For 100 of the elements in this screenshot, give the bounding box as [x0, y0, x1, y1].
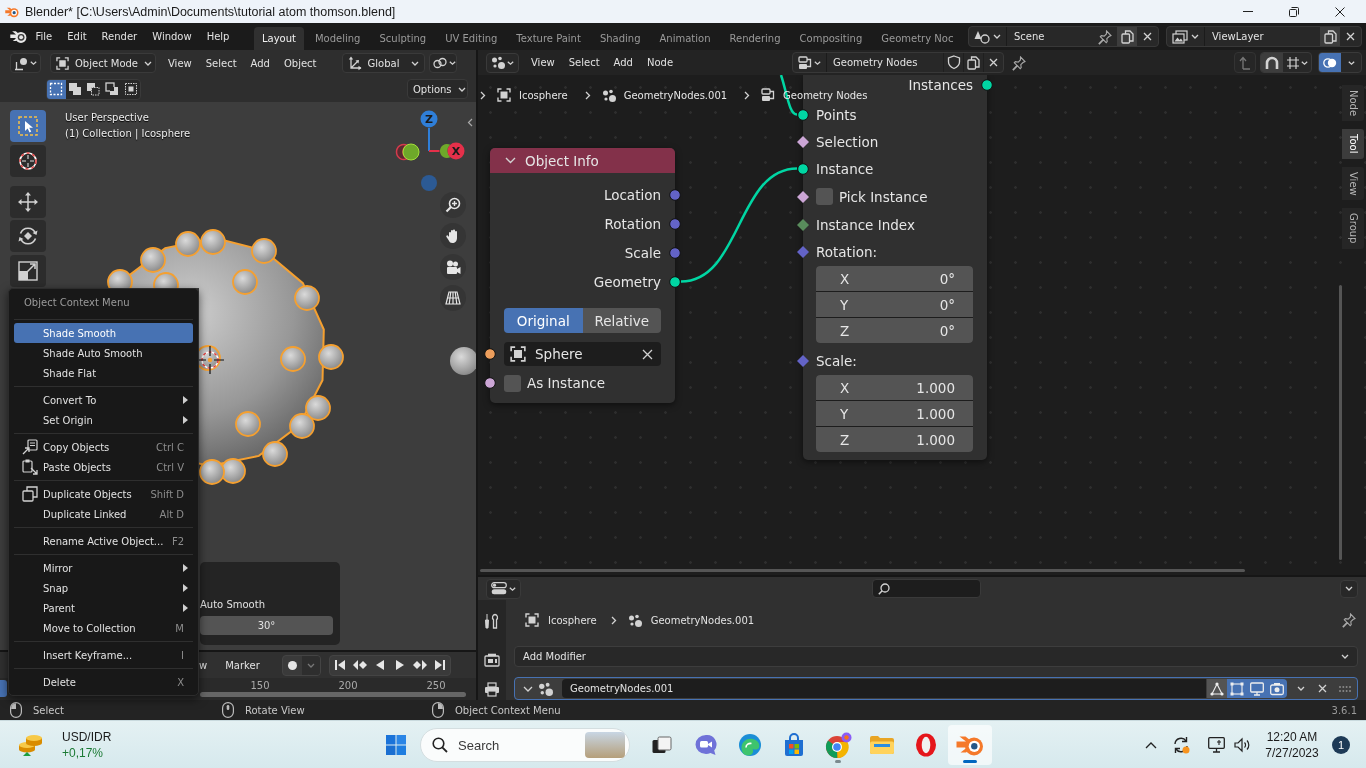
chevron-icon[interactable]	[467, 118, 473, 127]
number-field[interactable]: X 1.000	[816, 375, 973, 400]
modifier-name-field[interactable]: GeometryNodes.001	[562, 679, 1206, 698]
tool-button[interactable]	[10, 255, 46, 287]
pin-icon[interactable]	[1098, 29, 1112, 44]
sidebar-tab[interactable]: View	[1342, 166, 1364, 201]
menu-item[interactable]: Shade Flat	[14, 363, 193, 383]
scrollbar[interactable]	[1339, 285, 1342, 560]
menu-item[interactable]: Parent	[14, 598, 193, 618]
menu-button[interactable]: Render	[94, 26, 145, 47]
socket-icon[interactable]	[797, 162, 809, 175]
menu-button[interactable]: View	[524, 52, 562, 73]
menu-item[interactable]: Snap	[14, 578, 193, 598]
caret-icon[interactable]	[1297, 686, 1305, 691]
menu-button[interactable]: View	[161, 53, 199, 73]
chevron-icon[interactable]	[523, 685, 533, 692]
number-field[interactable]: X 0°	[816, 266, 973, 291]
chevron-icon[interactable]	[505, 157, 516, 164]
z-axis-handle[interactable]: Z	[420, 110, 438, 128]
workspace-tab[interactable]: Compositing	[791, 27, 871, 50]
menu-button[interactable]: Help	[199, 26, 237, 47]
axis-handle[interactable]	[421, 175, 437, 191]
node-tree-name-field[interactable]: Geometry Nodes	[827, 53, 944, 72]
close-icon[interactable]	[642, 348, 653, 360]
view-layer-name-field[interactable]: ViewLayer	[1205, 27, 1320, 46]
workspace-tab[interactable]: UV Editing	[437, 27, 506, 50]
close-icon[interactable]	[1143, 32, 1152, 41]
number-field[interactable]: Z 0°	[816, 318, 973, 343]
sidebar-tab[interactable]: Group	[1342, 208, 1364, 249]
menu-button[interactable]: Add	[606, 52, 640, 73]
workspace-tab[interactable]: Layout	[253, 27, 304, 50]
tool-button[interactable]	[10, 220, 46, 252]
menu-button[interactable]: Window	[144, 26, 200, 47]
workspace-tab[interactable]: Texture Paint	[508, 27, 589, 50]
scrollbar[interactable]	[200, 692, 466, 697]
socket-icon[interactable]	[981, 79, 993, 91]
close-icon[interactable]	[1318, 684, 1327, 693]
menu-item[interactable]: Convert To	[14, 390, 193, 410]
pivot-dropdown[interactable]	[428, 53, 457, 73]
editor-type-button[interactable]	[486, 578, 521, 599]
selection-mode-button[interactable]	[47, 79, 66, 99]
socket-icon[interactable]	[484, 348, 496, 360]
workspace-tab[interactable]: Shading	[591, 27, 649, 50]
menu-item[interactable]: Set Origin	[14, 410, 193, 430]
menu-item[interactable]: Rename Active Object... F2	[14, 531, 193, 551]
diamond-socket-icon[interactable]	[797, 245, 809, 258]
menu-item[interactable]: Mirror	[14, 558, 193, 578]
pin-icon[interactable]	[1012, 55, 1027, 70]
x-axis-handle[interactable]: X	[447, 142, 465, 160]
toggle-button[interactable]: Relative	[582, 308, 661, 333]
checkbox[interactable]	[816, 188, 833, 205]
mode-dropdown[interactable]: Object Mode	[50, 53, 156, 73]
socket-icon[interactable]	[797, 108, 809, 121]
tool-button[interactable]	[10, 145, 46, 177]
notification-badge[interactable]: 1	[1332, 736, 1350, 754]
menu-button[interactable]: File	[28, 26, 60, 47]
menu-button[interactable]: w	[196, 655, 211, 675]
menu-item[interactable]: Shade Auto Smooth	[14, 343, 193, 363]
menu-button[interactable]: Select	[561, 52, 607, 73]
diamond-socket-icon[interactable]	[797, 354, 809, 367]
pan-button[interactable]	[440, 223, 466, 249]
menu-item[interactable]: Shade Smooth	[14, 323, 193, 343]
workspace-tab[interactable]: Sculpting	[371, 27, 435, 50]
menu-item[interactable]: Copy Objects Ctrl C	[14, 437, 193, 457]
search-field[interactable]	[872, 579, 981, 598]
axis-handle[interactable]	[439, 144, 451, 158]
workspace-tab[interactable]: Geometry Noc	[873, 27, 962, 50]
tool-button[interactable]	[10, 186, 46, 218]
menu-item[interactable]: Delete X	[14, 672, 193, 692]
menu-button[interactable]: Edit	[59, 26, 95, 47]
menu-item[interactable]: Insert Keyframe... I	[14, 645, 193, 665]
menu-item[interactable]: Duplicate Objects Shift D	[14, 484, 193, 504]
scrollbar[interactable]	[480, 569, 1245, 572]
collapse-button[interactable]	[1340, 579, 1358, 598]
sidebar-tab[interactable]: Node	[1342, 85, 1364, 122]
number-field[interactable]: Z 1.000	[816, 427, 973, 452]
editor-type-button[interactable]	[486, 52, 519, 73]
workspace-tab[interactable]: Animation	[651, 27, 719, 50]
modifier-toggle-button[interactable]	[1227, 679, 1247, 698]
modifier-toggle-button[interactable]	[1207, 679, 1227, 698]
zoom-button[interactable]	[440, 192, 466, 218]
menu-item[interactable]: Duplicate Linked Alt D	[14, 504, 193, 524]
drag-handle-icon[interactable]	[1339, 685, 1351, 692]
menu-button[interactable]: Select	[198, 53, 244, 73]
menu-item[interactable]: Move to Collection M	[14, 618, 193, 638]
parent-tree-button[interactable]	[1234, 52, 1256, 73]
orientation-dropdown[interactable]: Global	[341, 53, 425, 73]
workspace-tab[interactable]: Modeling	[306, 27, 369, 50]
node-link[interactable]	[680, 167, 798, 283]
new-view-layer-button[interactable]	[1320, 27, 1340, 46]
socket-icon[interactable]	[484, 377, 496, 389]
diamond-socket-icon[interactable]	[797, 218, 809, 231]
menu-button[interactable]: Object	[276, 53, 324, 73]
perspective-button[interactable]	[440, 285, 466, 311]
modifier-toggle-button[interactable]	[1267, 679, 1287, 698]
tool-button[interactable]	[10, 110, 46, 142]
snap-toggle-button[interactable]	[1261, 53, 1283, 72]
sidebar-tab[interactable]: Tool	[1342, 129, 1364, 159]
menu-button[interactable]: Node	[639, 52, 681, 73]
new-scene-button[interactable]	[1117, 27, 1137, 46]
